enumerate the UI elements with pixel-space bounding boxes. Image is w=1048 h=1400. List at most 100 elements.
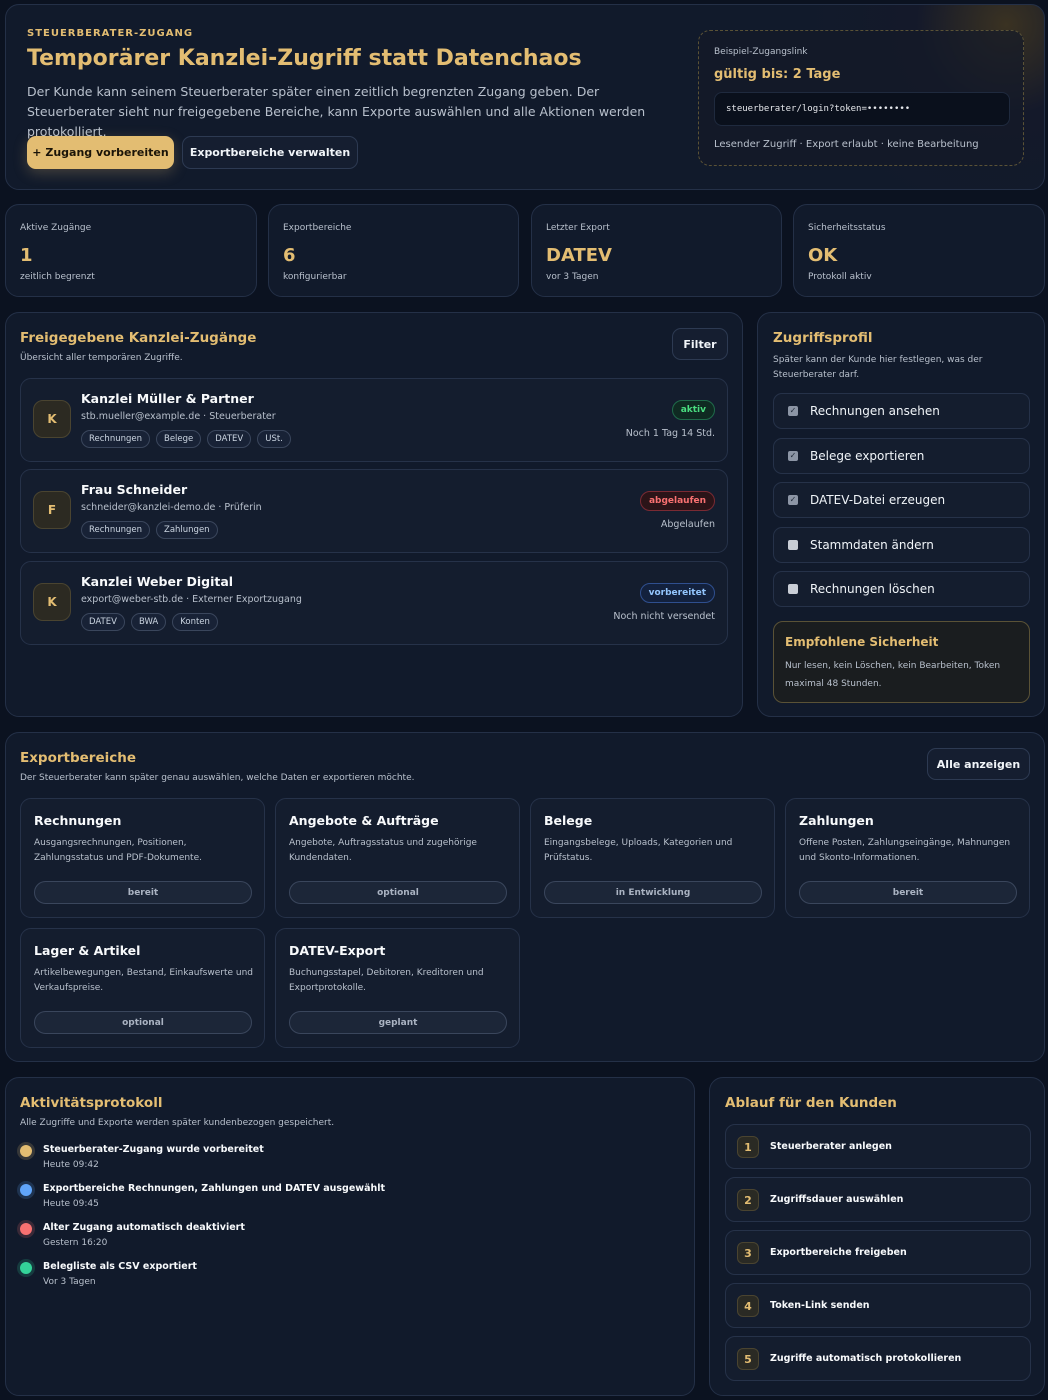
export-status-badge: optional <box>34 1011 252 1034</box>
export-status-badge: bereit <box>799 881 1017 904</box>
access-item[interactable]: F Frau Schneider schneider@kanzlei-demo.… <box>20 469 728 553</box>
flow-step[interactable]: 4 Token-Link senden <box>725 1283 1031 1328</box>
tag: Belege <box>156 430 202 448</box>
export-card-inventory[interactable]: Lager & Artikel Artikelbewegungen, Besta… <box>20 928 265 1048</box>
export-card-desc: Buchungsstapel, Debitoren, Kreditoren un… <box>289 968 484 993</box>
profile-title: Zugriffsprofil <box>773 330 873 346</box>
export-card-title: DATEV-Export <box>289 943 386 958</box>
permission-label: Rechnungen löschen <box>810 582 935 596</box>
permission-label: DATEV-Datei erzeugen <box>810 493 946 507</box>
export-card-title: Lager & Artikel <box>34 943 141 958</box>
permission-edit-master-data[interactable]: Stammdaten ändern <box>773 527 1030 563</box>
example-link-permissions: Lesender Zugriff · Export erlaubt · kein… <box>714 139 979 150</box>
step-number: 5 <box>737 1348 759 1370</box>
stat-value: 6 <box>283 245 296 266</box>
recommendation-title: Empfohlene Sicherheit <box>785 635 939 649</box>
activity-time: Heute 09:45 <box>43 1199 99 1209</box>
permission-delete-invoices[interactable]: Rechnungen löschen <box>773 571 1030 607</box>
step-number: 3 <box>737 1242 759 1264</box>
activity-time: Gestern 16:20 <box>43 1238 108 1248</box>
access-email: schneider@kanzlei-demo.de · Prüferin <box>81 502 262 513</box>
stat-label: Exportbereiche <box>283 223 352 233</box>
filter-button[interactable]: Filter <box>672 328 728 360</box>
status-badge: aktiv <box>671 400 715 420</box>
stat-value: 1 <box>20 245 33 266</box>
exports-title: Exportbereiche <box>20 750 137 766</box>
example-link-label: Beispiel-Zugangslink <box>714 47 808 57</box>
stat-label: Sicherheitsstatus <box>808 223 886 233</box>
export-card-desc: Angebote, Auftragsstatus und zugehörige … <box>289 838 477 863</box>
status-dot-icon <box>20 1223 32 1235</box>
access-time: Noch nicht versendet <box>613 611 715 622</box>
flow-step[interactable]: 3 Exportbereiche freigeben <box>725 1230 1031 1275</box>
permission-label: Stammdaten ändern <box>810 538 934 552</box>
customer-flow-panel: Ablauf für den Kunden 1 Steuerberater an… <box>709 1077 1045 1396</box>
export-card-offers[interactable]: Angebote & Aufträge Angebote, Auftragsst… <box>275 798 520 918</box>
step-label: Zugriffsdauer auswählen <box>770 1194 904 1205</box>
checkbox-unchecked-icon[interactable] <box>788 584 798 594</box>
status-dot-icon <box>20 1145 32 1157</box>
activity-text: Exportbereiche Rechnungen, Zahlungen und… <box>43 1183 386 1194</box>
stat-card-active-access: Aktive Zugänge 1 zeitlich begrenzt <box>5 204 257 297</box>
export-card-title: Angebote & Aufträge <box>289 813 439 828</box>
export-card-invoices[interactable]: Rechnungen Ausgangsrechnungen, Positione… <box>20 798 265 918</box>
checkbox-checked-icon[interactable]: ✓ <box>788 495 798 505</box>
checkbox-unchecked-icon[interactable] <box>788 540 798 550</box>
flow-step[interactable]: 1 Steuerberater anlegen <box>725 1124 1031 1169</box>
access-list-title: Freigegebene Kanzlei-Zugänge <box>20 330 257 346</box>
stat-sub: zeitlich begrenzt <box>20 272 95 282</box>
access-time: Abgelaufen <box>660 519 715 530</box>
recommendation-text: Nur lesen, kein Löschen, kein Bearbeiten… <box>785 661 1001 689</box>
checkbox-checked-icon[interactable]: ✓ <box>788 406 798 416</box>
access-time: Noch 1 Tag 14 Std. <box>625 428 715 439</box>
access-item[interactable]: K Kanzlei Weber Digital export@weber-stb… <box>20 561 728 645</box>
step-label: Zugriffe automatisch protokollieren <box>770 1353 962 1364</box>
activity-text: Belegliste als CSV exportiert <box>43 1261 197 1272</box>
tag: USt. <box>257 430 291 448</box>
export-card-desc: Artikelbewegungen, Bestand, Einkaufswert… <box>34 968 254 993</box>
show-all-button[interactable]: Alle anzeigen <box>927 748 1030 780</box>
access-profile-panel: Zugriffsprofil Später kann der Kunde hie… <box>757 312 1045 717</box>
export-card-receipts[interactable]: Belege Eingangsbelege, Uploads, Kategori… <box>530 798 775 918</box>
tag: DATEV <box>207 430 252 448</box>
export-status-badge: bereit <box>34 881 252 904</box>
permission-export-receipts[interactable]: ✓ Belege exportieren <box>773 438 1030 474</box>
export-card-desc: Offene Posten, Zahlungseingänge, Mahnung… <box>799 838 1011 863</box>
access-item[interactable]: K Kanzlei Müller & Partner stb.mueller@e… <box>20 378 728 462</box>
flow-step[interactable]: 5 Zugriffe automatisch protokollieren <box>725 1336 1031 1381</box>
export-card-title: Belege <box>544 813 593 828</box>
permission-view-invoices[interactable]: ✓ Rechnungen ansehen <box>773 393 1030 429</box>
step-number: 2 <box>737 1189 759 1211</box>
example-link-box: Beispiel-Zugangslink gültig bis: 2 Tage … <box>698 30 1024 166</box>
export-card-title: Zahlungen <box>799 813 874 828</box>
avatar: K <box>33 400 71 438</box>
export-card-payments[interactable]: Zahlungen Offene Posten, Zahlungseingäng… <box>785 798 1030 918</box>
hero-panel: STEUERBERATER-ZUGANG Temporärer Kanzlei-… <box>5 4 1045 190</box>
stat-sub: Protokoll aktiv <box>808 272 872 282</box>
export-status-badge: in Entwicklung <box>544 881 762 904</box>
example-token-field[interactable]: steuerberater/login?token=•••••••• <box>714 92 1010 126</box>
status-dot-icon <box>20 1184 32 1196</box>
export-card-title: Rechnungen <box>34 813 122 828</box>
access-list-subtitle: Übersicht aller temporären Zugriffe. <box>20 353 183 363</box>
stat-label: Letzter Export <box>546 223 610 233</box>
example-link-validity: gültig bis: 2 Tage <box>714 67 841 82</box>
stat-value: OK <box>808 245 838 266</box>
permission-create-datev[interactable]: ✓ DATEV-Datei erzeugen <box>773 482 1030 518</box>
export-card-desc: Ausgangsrechnungen, Positionen, Zahlungs… <box>34 838 202 863</box>
access-name: Kanzlei Weber Digital <box>81 574 234 589</box>
tag: DATEV <box>81 613 125 631</box>
status-dot-icon <box>20 1262 32 1274</box>
access-tags: Rechnungen Zahlungen <box>81 521 218 539</box>
prepare-access-button[interactable]: + Zugang vorbereiten <box>27 136 174 169</box>
checkbox-checked-icon[interactable]: ✓ <box>788 451 798 461</box>
manage-export-areas-button[interactable]: Exportbereiche verwalten <box>182 136 358 169</box>
flow-step[interactable]: 2 Zugriffsdauer auswählen <box>725 1177 1031 1222</box>
permission-label: Rechnungen ansehen <box>810 404 940 418</box>
flow-title: Ablauf für den Kunden <box>725 1095 897 1111</box>
export-card-datev[interactable]: DATEV-Export Buchungsstapel, Debitoren, … <box>275 928 520 1048</box>
profile-subtitle: Später kann der Kunde hier festlegen, wa… <box>773 355 983 380</box>
stat-card-export-areas: Exportbereiche 6 konfigurierbar <box>268 204 519 297</box>
step-label: Token-Link senden <box>770 1300 870 1311</box>
activity-subtitle: Alle Zugriffe und Exporte werden später … <box>20 1118 335 1128</box>
